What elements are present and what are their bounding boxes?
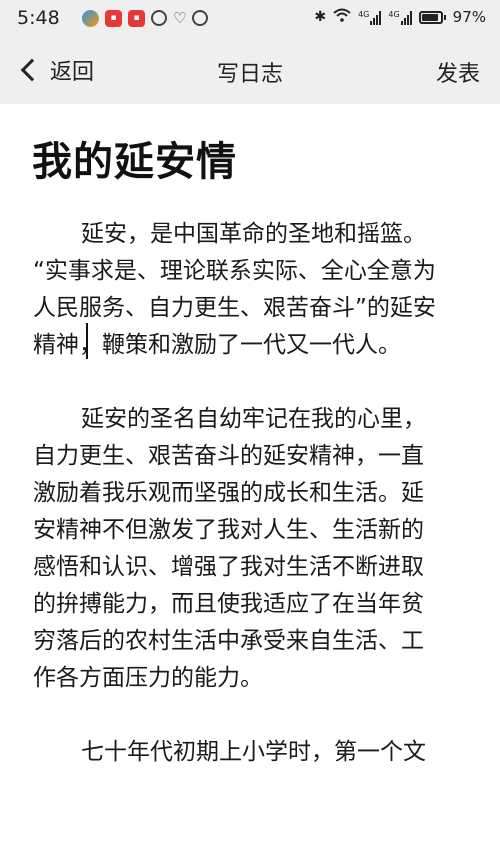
heart-icon: ♡ bbox=[173, 9, 187, 27]
text-line: 延安，是中国革命的圣地和摇篮。 bbox=[81, 221, 426, 247]
text-line: 感悟和认识、增强了我对生活不断进取 bbox=[33, 554, 424, 580]
battery-percent: 97% bbox=[452, 8, 486, 26]
text-line: 精神，鞭策和激励了一代又一代人。 bbox=[33, 332, 401, 358]
text-line: 穷落后的农村生活中承受来自生活、工 bbox=[33, 628, 424, 654]
app-notification-icon bbox=[82, 9, 99, 27]
text-cursor bbox=[86, 323, 88, 359]
editor-area[interactable]: 我的延安情 延安，是中国革命的圣地和摇篮。 “实事求是、理论联系实际、全心全意为… bbox=[0, 104, 500, 861]
paragraph[interactable]: 七十年代初期上小学时，第一个文 bbox=[33, 734, 473, 771]
text-line: 安精神不但激发了我对人生、生活新的 bbox=[33, 517, 424, 543]
notification-circle-icon bbox=[151, 10, 167, 26]
app-notification-icon: ▪ bbox=[128, 9, 145, 27]
app-notification-icon: ▪ bbox=[105, 9, 122, 27]
cellular-signal-icon: 4G bbox=[388, 10, 412, 25]
text-line: 人民服务、自力更生、艰苦奋斗”的延安 bbox=[33, 295, 436, 321]
page-title: 写日志 bbox=[216, 62, 283, 87]
publish-button[interactable]: 发表 bbox=[436, 56, 480, 88]
text-line: 自力更生、艰苦奋斗的延安精神，一直 bbox=[33, 443, 424, 469]
gauge-icon bbox=[192, 10, 209, 26]
paragraph[interactable]: 延安，是中国革命的圣地和摇篮。 “实事求是、理论联系实际、全心全意为 人民服务、… bbox=[33, 216, 473, 364]
cellular-signal-icon: 4G bbox=[358, 10, 382, 25]
battery-icon bbox=[418, 10, 446, 24]
status-time: 5:48 bbox=[17, 7, 60, 29]
nav-bar: 返回 写日志 发表 bbox=[0, 38, 500, 104]
text-line: 七十年代初期上小学时，第一个文 bbox=[81, 739, 426, 765]
article-body[interactable]: 延安，是中国革命的圣地和摇篮。 “实事求是、理论联系实际、全心全意为 人民服务、… bbox=[33, 216, 473, 771]
text-line: 作各方面压力的能力。 bbox=[33, 665, 263, 691]
bluetooth-icon: ✱ bbox=[314, 9, 327, 25]
article-title[interactable]: 我的延安情 bbox=[32, 129, 237, 187]
status-bar: 5:48 ▪ ▪ ♡ ✱ 4G 4G 97% bbox=[0, 0, 500, 38]
text-line: 激励着我乐观而坚强的成长和生活。延 bbox=[33, 480, 424, 506]
text-line: 的拚搏能力，而且使我适应了在当年贫 bbox=[33, 591, 424, 617]
notification-icons: ▪ ▪ ♡ bbox=[82, 9, 209, 27]
text-line: 延安的圣名自幼牢记在我的心里， bbox=[81, 406, 426, 432]
paragraph[interactable]: 延安的圣名自幼牢记在我的心里， 自力更生、艰苦奋斗的延安精神，一直 激励着我乐观… bbox=[33, 401, 473, 697]
wifi-icon bbox=[333, 8, 351, 26]
system-icons: ✱ 4G 4G 97% bbox=[314, 8, 486, 26]
text-line: “实事求是、理论联系实际、全心全意为 bbox=[33, 258, 436, 284]
